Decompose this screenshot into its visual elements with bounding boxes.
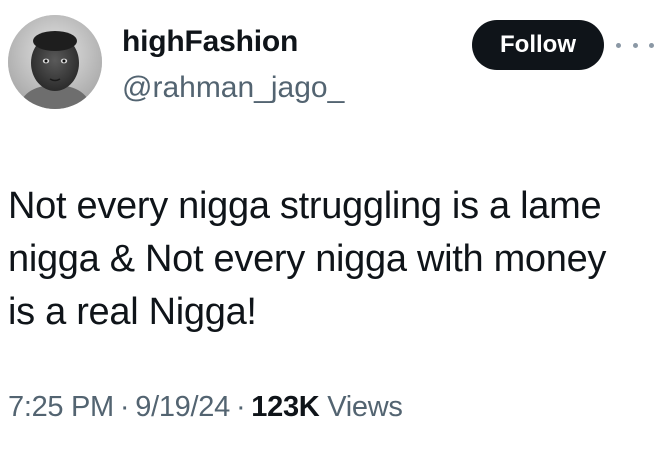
meta-separator: · [119, 391, 130, 423]
meta-separator: · [235, 391, 246, 423]
tweet-time[interactable]: 7:25 PM [8, 391, 114, 423]
tweet-text-line: Not every nigga struggling is a lame [8, 185, 602, 227]
more-horizontal-icon[interactable] [616, 32, 654, 58]
follow-button[interactable]: Follow [472, 20, 604, 70]
tweet-date[interactable]: 9/19/24 [135, 391, 230, 423]
tweet-card: highFashion @rahman_jago_ Follow Not eve… [0, 0, 659, 450]
tweet-text: Not every nigga struggling is a lame nig… [8, 180, 648, 339]
avatar-image [8, 15, 102, 109]
views-count[interactable]: 123K [251, 391, 319, 423]
tweet-text-line: is a real Nigga! [8, 291, 257, 333]
avatar[interactable] [8, 15, 102, 109]
tweet-text-line: nigga & Not every nigga with money [8, 238, 607, 280]
user-handle[interactable]: @rahman_jago_ [122, 70, 344, 106]
views-label[interactable]: Views [327, 391, 403, 423]
more-dot [616, 42, 621, 48]
tweet-meta: 7:25 PM · 9/19/24 · 123K Views [8, 388, 403, 426]
more-dot [649, 42, 654, 48]
display-name[interactable]: highFashion [122, 24, 298, 60]
more-dot [632, 42, 638, 48]
